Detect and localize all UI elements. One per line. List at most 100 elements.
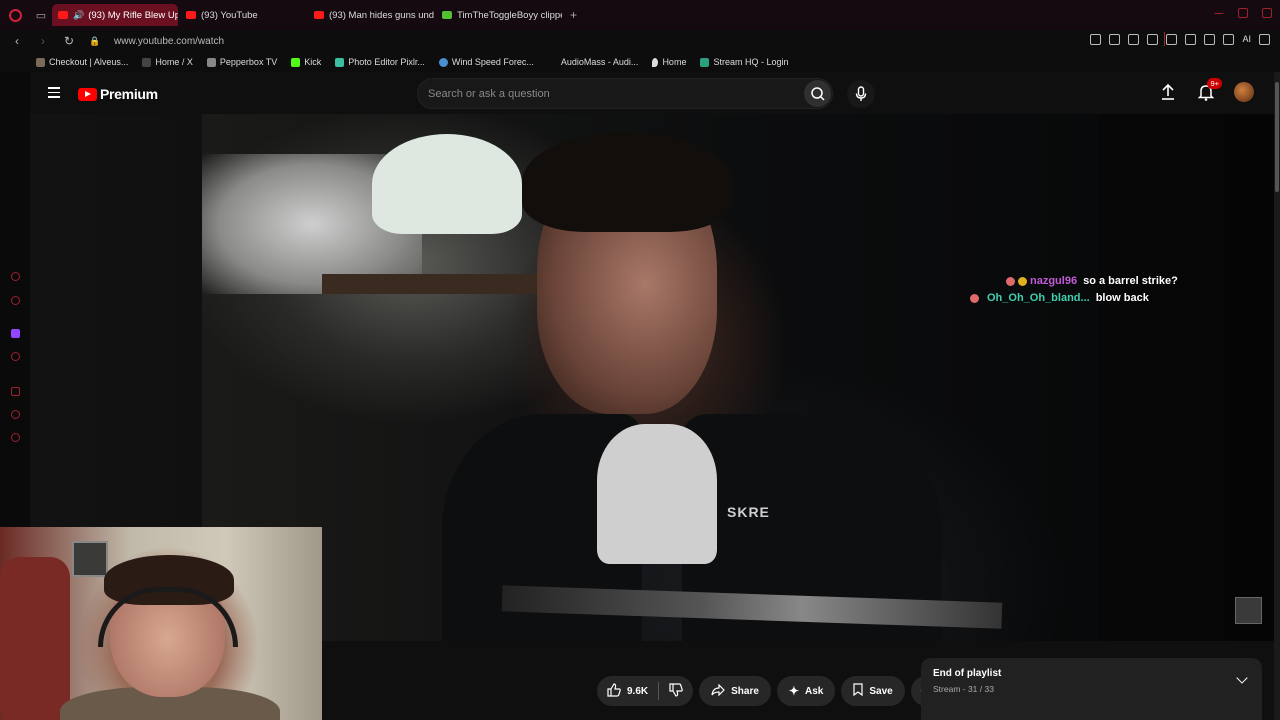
video-scene-tape-roll: [372, 134, 522, 234]
bookmark-icon[interactable]: [1090, 34, 1102, 45]
reload-icon[interactable]: ↻: [60, 34, 78, 48]
bookmark-item[interactable]: Wind Speed Forec...: [438, 57, 534, 67]
youtube-icon: [186, 11, 196, 19]
video-scene-shelf: [322, 274, 542, 294]
extensions-icon[interactable]: [1185, 34, 1197, 45]
bookmark-item[interactable]: Kick: [291, 57, 321, 67]
vpn-icon[interactable]: [11, 352, 20, 361]
search-button[interactable]: [804, 80, 831, 107]
sparkle-icon: ✦: [788, 684, 799, 698]
voice-search-button[interactable]: [847, 80, 875, 108]
chat-badge-icon: [1018, 276, 1027, 286]
jacket-logo-text: SKRE: [727, 504, 770, 520]
thumbs-down-icon: [669, 682, 683, 700]
notes-icon[interactable]: [11, 387, 20, 396]
tab-rifle-video[interactable]: 🔊 (93) My Rifle Blew Up: [52, 4, 178, 26]
forward-icon[interactable]: ›: [34, 34, 52, 48]
bookmark-item[interactable]: AudioMass - Audi...: [547, 57, 639, 67]
back-icon[interactable]: ‹: [8, 34, 26, 48]
windy-icon: [438, 57, 448, 67]
share-button[interactable]: Share: [699, 676, 771, 706]
save-button[interactable]: Save: [841, 676, 905, 706]
bookmark-label: Wind Speed Forec...: [451, 57, 534, 67]
bookmark-item[interactable]: Home / X: [142, 57, 193, 67]
chat-message: nazgul96 so a barrel strike?: [1006, 275, 1178, 287]
tab-youtube[interactable]: (93) YouTube: [180, 4, 306, 26]
shield-icon[interactable]: [1128, 34, 1140, 45]
avatar[interactable]: [1234, 82, 1254, 102]
bookmark-item[interactable]: Stream HQ - Login: [700, 57, 788, 67]
ai-button[interactable]: AI: [1242, 34, 1251, 45]
tab-label: TimTheToggleBoyy clipped: [457, 9, 562, 21]
minimize-icon[interactable]: [1214, 8, 1224, 14]
bookmark-label: Stream HQ - Login: [713, 57, 789, 67]
like-button[interactable]: 9.6K: [597, 676, 658, 706]
ask-button[interactable]: ✦ Ask: [776, 676, 836, 706]
notifications-bell-icon[interactable]: 9+: [1196, 78, 1222, 102]
tab-label: (93) YouTube: [201, 9, 258, 21]
twitch-icon[interactable]: [11, 329, 20, 338]
search-icon: [810, 86, 825, 101]
tab-menu-icon[interactable]: ▭: [30, 0, 52, 30]
new-tab-icon[interactable]: +: [570, 8, 577, 22]
messenger-icon[interactable]: [11, 296, 20, 305]
playlist-panel[interactable]: End of playlist Stream - 31 / 33: [921, 658, 1262, 720]
thumbs-up-icon: [607, 682, 621, 700]
chat-badge-icon: [1006, 276, 1015, 286]
opera-logo-icon[interactable]: [0, 0, 30, 30]
share-icon: [711, 683, 725, 699]
channel-watermark[interactable]: [1235, 597, 1262, 624]
chat-text: blow back: [1095, 292, 1149, 304]
heart-icon[interactable]: [1166, 34, 1178, 45]
account-icon[interactable]: [1204, 34, 1216, 45]
send-icon[interactable]: [1147, 34, 1159, 45]
bookmark-item[interactable]: Pepperbox TV: [206, 57, 278, 67]
snapshot-icon[interactable]: [1109, 34, 1121, 45]
kick-icon: [442, 11, 452, 19]
tab-kick-clip[interactable]: TimTheToggleBoyy clipped: [436, 4, 562, 26]
settings-icon[interactable]: [11, 433, 20, 442]
close-icon[interactable]: [1262, 8, 1272, 18]
upload-icon[interactable]: [1158, 82, 1178, 102]
youtube-premium-logo[interactable]: Premium: [78, 86, 158, 102]
speed-dial-icon[interactable]: [11, 272, 20, 281]
video-scene-hair: [522, 132, 732, 232]
youtube-icon: [314, 11, 324, 19]
page-scrollbar[interactable]: [1274, 72, 1280, 720]
playlist-position: Stream - 31 / 33: [933, 684, 994, 694]
speaker-icon[interactable]: 🔊: [73, 10, 84, 21]
bookmark-label: Kick: [304, 57, 322, 67]
bookmark-item[interactable]: Home: [652, 57, 686, 67]
video-frame[interactable]: SKRE: [202, 114, 1098, 641]
chat-overlay: nazgul96 so a barrel strike? Oh_Oh_Oh_bl…: [960, 275, 1178, 309]
save-label: Save: [869, 685, 893, 697]
header-actions: 9+: [1158, 78, 1254, 102]
lock-icon: 🔒: [89, 35, 101, 46]
address-bar: ‹ › ↻ 🔒 www.youtube.com/watch AI: [0, 30, 1280, 52]
browser-tab-bar: ▭ 🔊 (93) My Rifle Blew Up (93) YouTube (…: [0, 0, 1280, 30]
chat-username: nazgul96: [1030, 275, 1078, 287]
tab-man-hides-guns[interactable]: (93) Man hides guns unde: [308, 4, 434, 26]
webcam-chair: [0, 557, 70, 720]
menu-icon[interactable]: [1259, 34, 1270, 45]
chat-text: so a barrel strike?: [1083, 275, 1178, 287]
url-field[interactable]: www.youtube.com/watch: [114, 36, 224, 47]
bookmark-label: Pepperbox TV: [219, 57, 278, 67]
search-box: [417, 78, 833, 109]
scrollbar-thumb[interactable]: [1275, 82, 1279, 192]
bookmark-label: Home / X: [155, 57, 193, 67]
search-input[interactable]: [418, 79, 778, 108]
bookmark-item[interactable]: Checkout | Alveus...: [36, 57, 128, 67]
bookmark-label: AudioMass - Audi...: [560, 57, 639, 67]
bookmark-label: Checkout | Alveus...: [49, 57, 129, 67]
download-icon[interactable]: [1223, 34, 1235, 45]
hamburger-menu-icon[interactable]: [48, 87, 60, 98]
audiomass-icon: [547, 57, 557, 67]
chat-username: Oh_Oh_Oh_bland...: [987, 292, 1090, 304]
maximize-icon[interactable]: [1238, 8, 1248, 18]
dislike-button[interactable]: [659, 676, 693, 706]
x-icon: [142, 57, 152, 67]
history-icon[interactable]: [11, 410, 20, 419]
youtube-play-icon: [78, 87, 97, 101]
bookmark-item[interactable]: Photo Editor Pixlr...: [335, 57, 425, 67]
